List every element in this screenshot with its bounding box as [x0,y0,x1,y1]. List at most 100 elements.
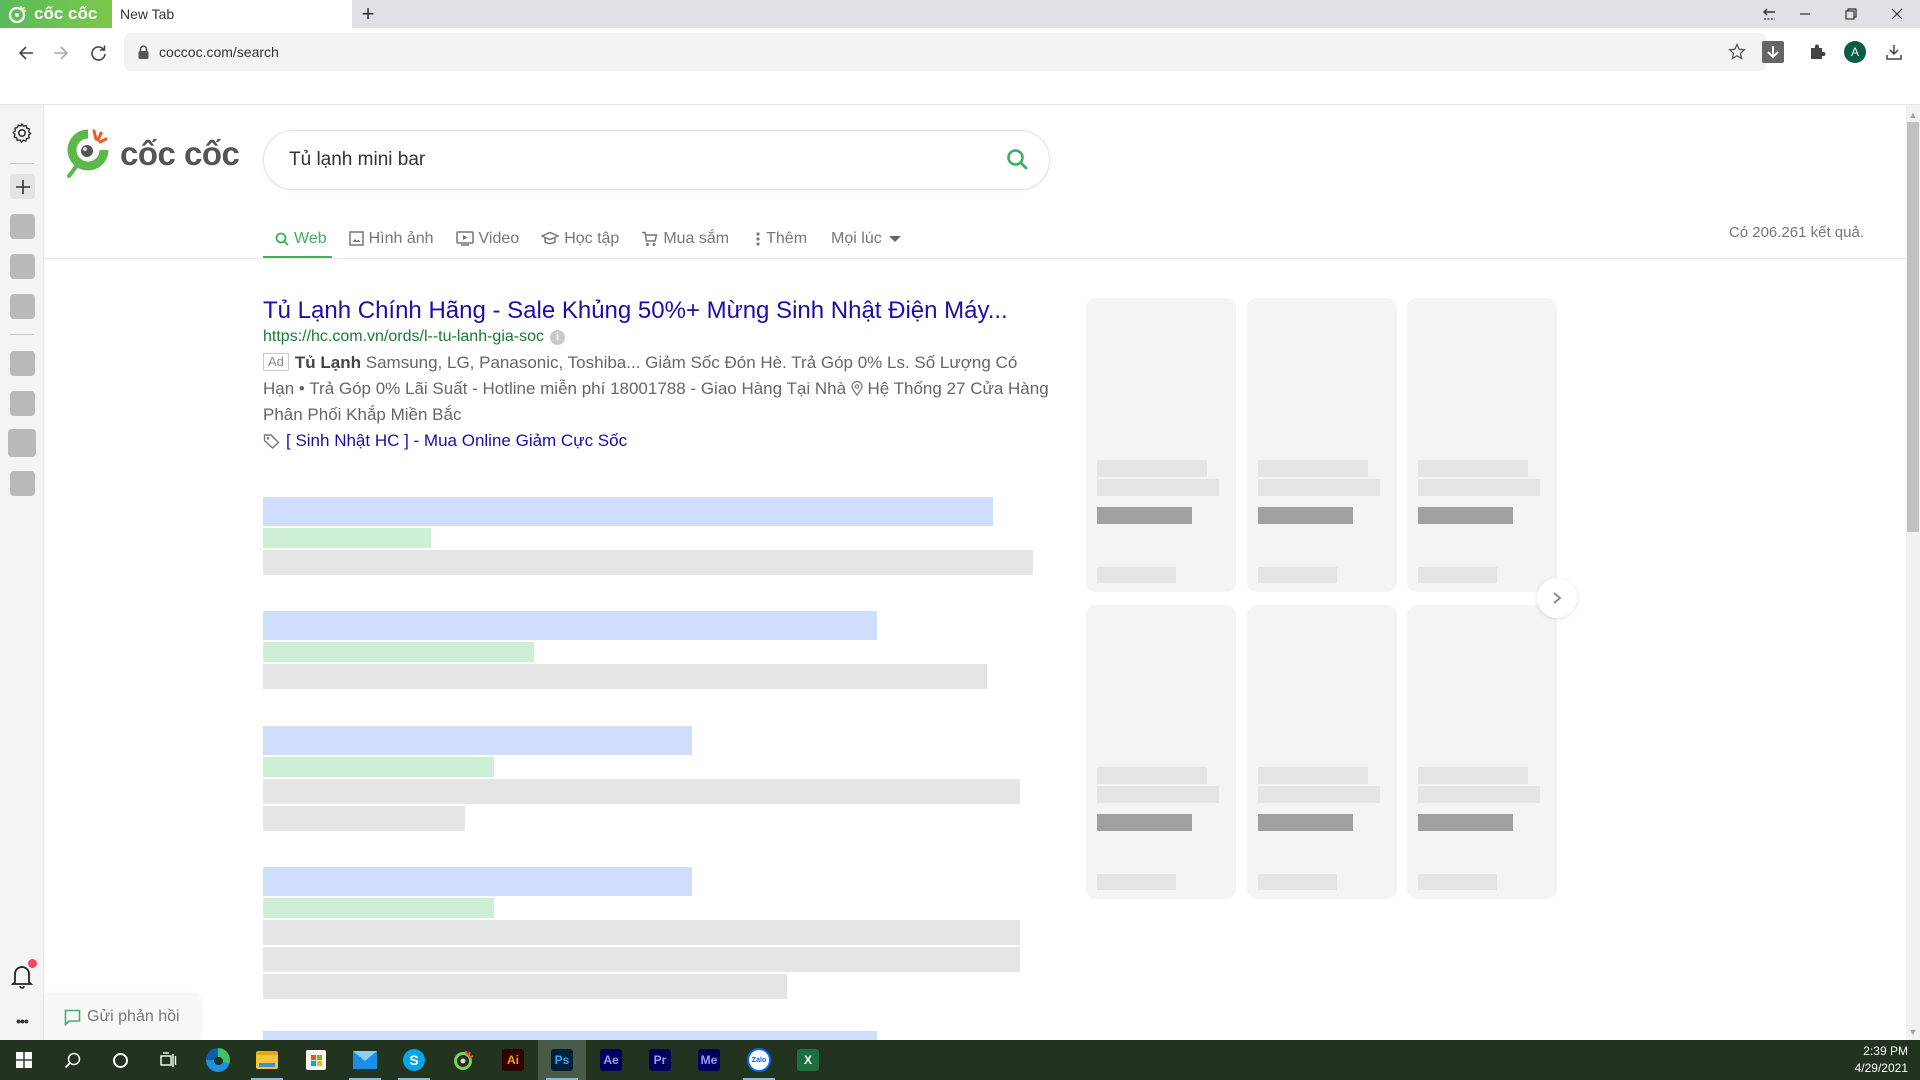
tab-label: Học tập [564,229,620,247]
notifications-button[interactable] [9,959,37,990]
product-card-skeleton[interactable] [1247,298,1397,592]
tab-video[interactable]: Video [455,218,519,259]
skeleton-price [1258,507,1353,524]
taskbar-coccoc[interactable] [440,1040,488,1080]
settings-button[interactable] [10,121,34,145]
product-card-skeleton[interactable] [1407,298,1557,592]
extensions-button[interactable] [1802,37,1832,67]
browser-toolbar: coccoc.com/search A [0,28,1920,76]
scroll-up-button[interactable]: ▲ [1906,109,1920,121]
search-input[interactable] [289,149,969,171]
skeleton-line [1097,874,1176,890]
sidebar-shortcut[interactable] [8,429,36,457]
cortana-button[interactable] [96,1040,144,1080]
more-button[interactable]: ••• [10,1013,34,1029]
scroll-down-button[interactable]: ▼ [1906,1026,1920,1038]
taskbar-file-explorer[interactable] [243,1040,291,1080]
ad-url-row: https://hc.com.vn/ords/l--tu-lanh-gia-so… [263,326,1053,348]
tab-new-tab[interactable]: New Tab [112,0,352,28]
tab-web[interactable]: Web [263,218,332,259]
taskbar-search-button[interactable] [48,1040,96,1080]
mail-icon [353,1051,377,1069]
sidebar-shortcut[interactable] [10,391,35,416]
gear-icon [12,122,32,144]
savior-download-button[interactable] [1758,37,1788,67]
download-arrow-icon [1762,41,1784,63]
coccoc-logo[interactable]: cốc cốc [66,128,240,180]
cortana-circle-icon [112,1052,128,1068]
ad-url[interactable]: https://hc.com.vn/ords/l--tu-lanh-gia-so… [263,326,544,348]
taskbar-illustrator[interactable]: Ai [489,1040,537,1080]
ad-badge: Ad [263,353,289,371]
skeleton-line [1258,874,1337,890]
taskbar-excel[interactable]: X [784,1040,832,1080]
tab-images[interactable]: Hình ảnh [348,218,434,259]
skeleton-price [1258,814,1353,831]
forward-button[interactable] [44,36,78,70]
address-text: coccoc.com/search [159,44,279,60]
skeleton-price [1097,507,1192,524]
coccoc-brand-button[interactable]: cốc cốc [0,0,112,28]
skeleton-line [1418,786,1540,803]
skeleton-line [1258,767,1368,784]
skeleton-line [1097,786,1219,803]
taskbar-store[interactable] [292,1040,340,1080]
search-box[interactable] [263,130,1050,190]
sidebar-shortcut[interactable] [10,351,35,376]
taskbar-skype[interactable]: S [390,1040,438,1080]
page-scrollbar[interactable]: ▲ ▼ [1906,105,1920,1040]
taskbar-zalo[interactable]: Zalo [735,1040,783,1080]
tab-shopping[interactable]: Mua sắm [641,218,729,259]
close-button[interactable] [1874,0,1920,28]
premiere-icon: Pr [649,1049,671,1071]
skeleton-line [1418,874,1497,890]
skeleton-price [1097,814,1192,831]
taskbar-photoshop[interactable]: Ps [538,1040,586,1080]
product-card-skeleton[interactable] [1086,298,1236,592]
taskbar-after-effects[interactable]: Ae [587,1040,635,1080]
restore-button[interactable] [1828,0,1874,28]
product-card-skeleton[interactable] [1407,605,1557,899]
downloads-button[interactable] [1879,37,1909,67]
back-button[interactable] [9,36,43,70]
tab-more[interactable]: Thêm [755,218,807,259]
ad-desc-highlight: Tủ Lạnh [294,353,362,372]
new-tab-button[interactable]: + [352,0,384,28]
reload-button[interactable] [81,36,115,70]
skeleton-url [263,642,534,662]
product-card-skeleton[interactable] [1086,605,1236,899]
time-filter-dropdown[interactable]: Mọi lúc [831,218,906,259]
info-icon[interactable]: i [550,329,565,345]
tab-learning[interactable]: Học tập [541,218,619,259]
search-button[interactable] [1005,147,1033,175]
scrollbar-thumb[interactable] [1907,122,1919,532]
carousel-next-button[interactable] [1537,578,1577,618]
address-bar[interactable]: coccoc.com/search [124,33,1766,71]
feedback-button[interactable]: Gửi phản hồi [44,994,202,1040]
chevron-right-icon [1553,592,1562,604]
taskbar-mail[interactable] [341,1040,389,1080]
profile-button[interactable]: A [1840,37,1870,67]
minimize-button[interactable] [1782,0,1828,28]
add-shortcut-button[interactable] [10,174,35,199]
close-icon [1891,8,1903,20]
bookmark-button[interactable] [1722,37,1752,67]
ad-sitelink[interactable]: [ Sinh Nhật HC ] - Mua Online Giảm Cực S… [286,428,627,454]
tab-label: Mọi lúc [831,229,882,247]
start-button[interactable] [0,1040,48,1080]
product-card-skeleton[interactable] [1247,605,1397,899]
sidebar-shortcut[interactable] [10,214,35,239]
taskbar-media-encoder[interactable]: Me [685,1040,733,1080]
graduation-cap-icon [541,231,560,245]
tabs-divider [44,258,1906,259]
taskbar-premiere[interactable]: Pr [636,1040,684,1080]
tab-label: Hình ảnh [368,229,434,247]
taskbar-edge[interactable] [194,1040,242,1080]
ad-title-link[interactable]: Tủ Lạnh Chính Hãng - Sale Khủng 50%+ Mừn… [263,296,1053,326]
task-view-button[interactable] [144,1040,192,1080]
tab-label: Mua sắm [663,229,730,247]
system-clock[interactable]: 2:39 PM 4/29/2021 [1855,1043,1908,1077]
sidebar-shortcut[interactable] [10,294,35,319]
sidebar-shortcut[interactable] [10,254,35,279]
sidebar-shortcut[interactable] [10,471,35,496]
